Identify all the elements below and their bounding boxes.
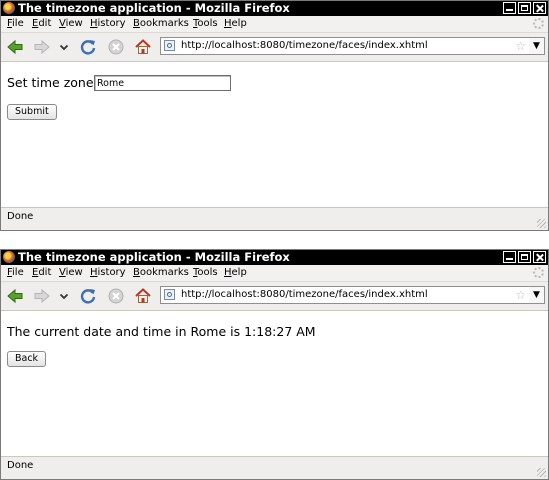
url-bar[interactable]: http://localhost:8080/timezone/faces/ind…: [160, 286, 530, 304]
history-dropdown-icon[interactable]: [59, 38, 69, 56]
url-dropdown-icon[interactable]: ▼: [529, 286, 545, 304]
resize-grip-icon[interactable]: [537, 219, 546, 228]
navigation-toolbar: http://localhost:8080/timezone/faces/ind…: [1, 33, 548, 62]
menu-bookmarks[interactable]: Bookmarks: [133, 266, 189, 280]
bookmark-star-icon[interactable]: ☆: [515, 287, 526, 303]
status-bar: Done: [1, 456, 548, 479]
reload-icon[interactable]: [79, 38, 97, 56]
menu-view[interactable]: View: [59, 17, 83, 31]
menu-tools[interactable]: Tools: [193, 17, 218, 31]
menu-file[interactable]: File: [7, 266, 24, 280]
back-icon[interactable]: [6, 287, 24, 305]
maximize-button[interactable]: [518, 2, 531, 14]
browser-window-timezone-result: The timezone application - Mozilla Firef…: [0, 249, 549, 480]
menu-bar: File Edit View History Bookmarks Tools H…: [1, 16, 548, 33]
menu-help[interactable]: Help: [224, 266, 247, 280]
menu-history[interactable]: History: [90, 17, 126, 31]
timezone-input[interactable]: [94, 75, 231, 91]
page-content: Set time zone: Submit: [1, 62, 548, 207]
menu-view[interactable]: View: [59, 266, 83, 280]
back-button[interactable]: Back: [7, 351, 47, 367]
menu-help[interactable]: Help: [224, 17, 247, 31]
title-bar: The timezone application - Mozilla Firef…: [1, 1, 548, 16]
menu-edit[interactable]: Edit: [32, 17, 51, 31]
stop-icon[interactable]: [107, 38, 125, 56]
history-dropdown-icon[interactable]: [59, 287, 69, 305]
resize-grip-icon[interactable]: [537, 468, 546, 477]
menu-file[interactable]: File: [7, 17, 24, 31]
menu-bookmarks[interactable]: Bookmarks: [133, 17, 189, 31]
maximize-button[interactable]: [518, 251, 531, 263]
stop-icon[interactable]: [107, 287, 125, 305]
url-text[interactable]: http://localhost:8080/timezone/faces/ind…: [181, 287, 428, 303]
home-icon[interactable]: [134, 38, 152, 56]
title-bar: The timezone application - Mozilla Firef…: [1, 250, 548, 265]
close-window-button[interactable]: [533, 2, 546, 14]
site-identity-icon[interactable]: [164, 289, 175, 300]
throbber-icon: [533, 267, 544, 278]
reload-icon[interactable]: [79, 287, 97, 305]
firefox-icon: [3, 251, 15, 263]
menu-tools[interactable]: Tools: [193, 266, 218, 280]
url-text[interactable]: http://localhost:8080/timezone/faces/ind…: [181, 38, 428, 54]
menu-history[interactable]: History: [90, 266, 126, 280]
page-content: The current date and time in Rome is 1:1…: [1, 311, 548, 456]
throbber-icon: [533, 18, 544, 29]
menu-bar: File Edit View History Bookmarks Tools H…: [1, 265, 548, 282]
forward-icon[interactable]: [33, 287, 51, 305]
status-bar: Done: [1, 207, 548, 230]
window-title: The timezone application - Mozilla Firef…: [18, 250, 290, 264]
window-title: The timezone application - Mozilla Firef…: [18, 1, 290, 15]
firefox-icon: [3, 2, 15, 14]
back-icon[interactable]: [6, 38, 24, 56]
navigation-toolbar: http://localhost:8080/timezone/faces/ind…: [1, 282, 548, 311]
current-time-message: The current date and time in Rome is 1:1…: [7, 324, 316, 339]
url-bar[interactable]: http://localhost:8080/timezone/faces/ind…: [160, 37, 530, 55]
status-text: Done: [7, 460, 34, 471]
browser-window-timezone-form: The timezone application - Mozilla Firef…: [0, 0, 549, 231]
close-window-button[interactable]: [533, 251, 546, 263]
site-identity-icon[interactable]: [164, 40, 175, 51]
timezone-label: Set time zone:: [7, 75, 98, 90]
minimize-button[interactable]: [503, 251, 516, 263]
home-icon[interactable]: [134, 287, 152, 305]
minimize-button[interactable]: [503, 2, 516, 14]
forward-icon[interactable]: [33, 38, 51, 56]
status-text: Done: [7, 211, 34, 222]
bookmark-star-icon[interactable]: ☆: [515, 38, 526, 54]
menu-edit[interactable]: Edit: [32, 266, 51, 280]
submit-button[interactable]: Submit: [7, 104, 57, 120]
url-dropdown-icon[interactable]: ▼: [529, 37, 545, 55]
